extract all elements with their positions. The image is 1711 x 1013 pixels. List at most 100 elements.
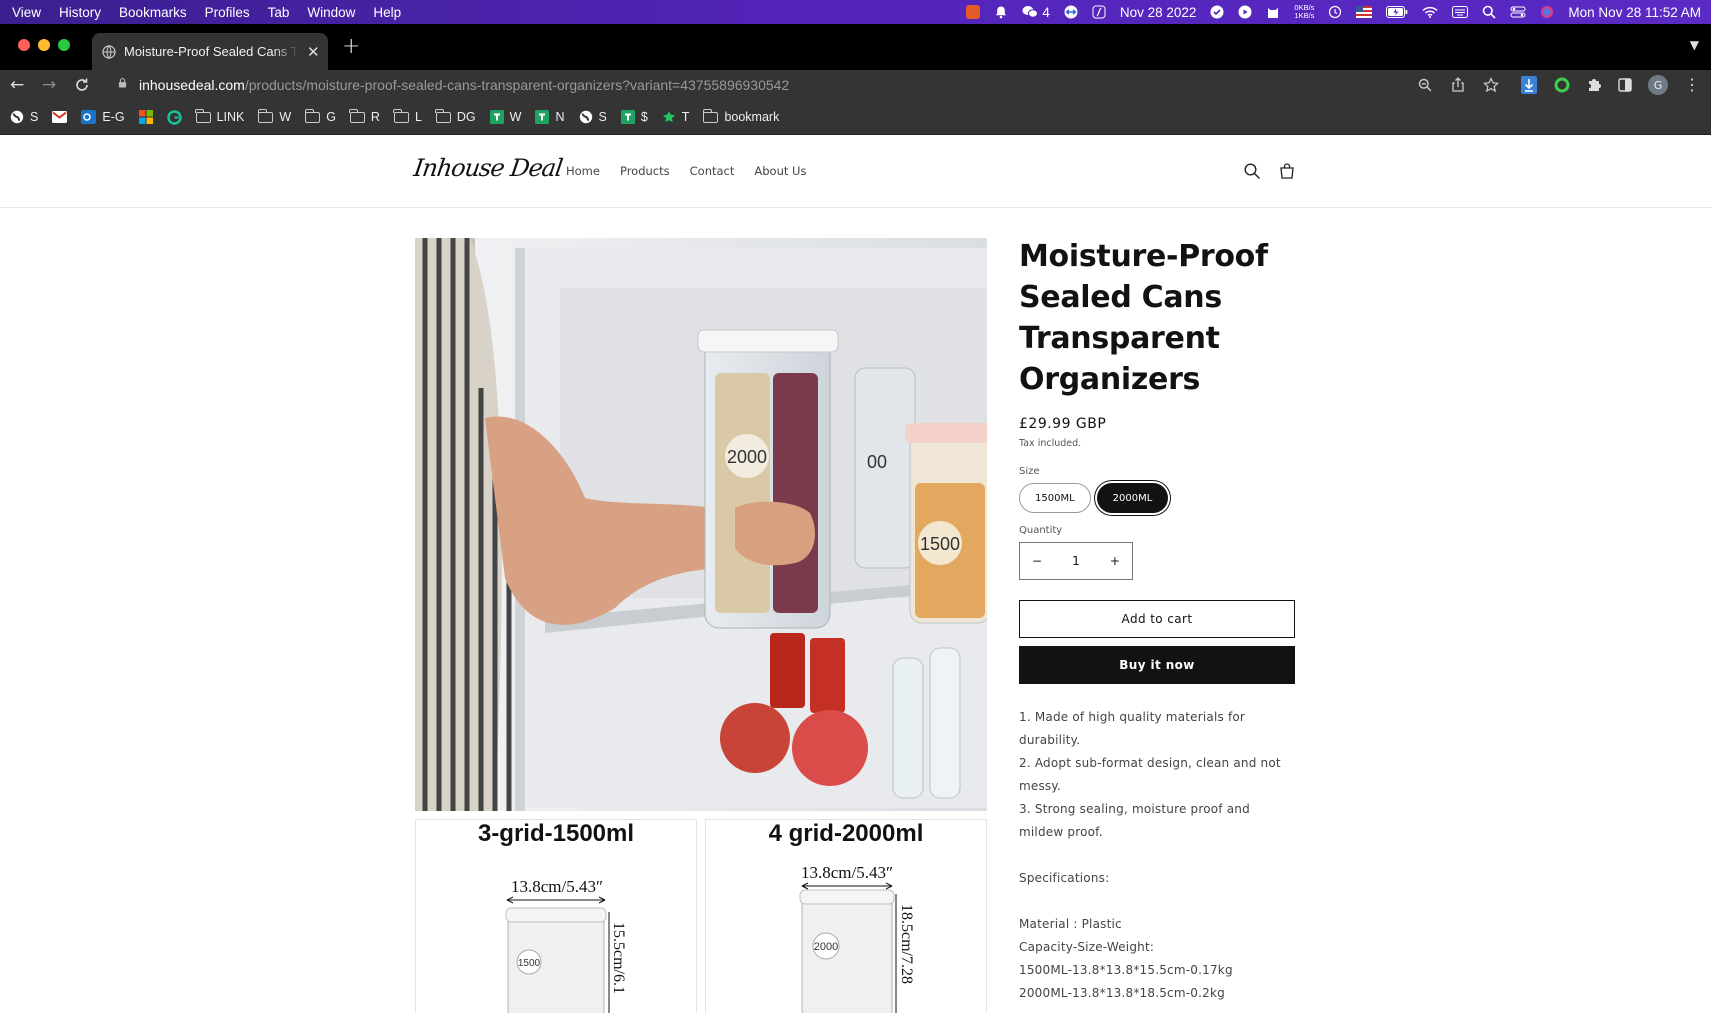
bookmark-item[interactable]: DG [435, 108, 476, 124]
profile-avatar[interactable]: G [1648, 75, 1668, 95]
forward-arrow-icon[interactable]: → [42, 75, 56, 95]
reload-icon[interactable] [74, 77, 90, 93]
bookmark-item[interactable]: W [489, 110, 522, 124]
add-to-cart-button[interactable]: Add to cart [1019, 600, 1295, 638]
menu-help[interactable]: Help [373, 5, 401, 20]
jar-diagram-1500: 13.8cm/5.43″ 1500 15.5cm/6.1 [505, 877, 627, 1013]
quantity-input[interactable]: 1 [1072, 554, 1080, 568]
bookmark-item[interactable] [166, 109, 182, 125]
menu-view[interactable]: View [12, 5, 41, 20]
bookmark-item[interactable]: $ [620, 110, 648, 124]
wifi-icon[interactable] [1422, 6, 1438, 18]
side-panel-icon[interactable] [1618, 78, 1632, 92]
bookmark-item[interactable]: LINK [195, 108, 244, 124]
menu-bookmarks[interactable]: Bookmarks [119, 5, 187, 20]
size-option-2000ml[interactable]: 2000ML [1096, 483, 1169, 513]
battery-charging-icon[interactable] [1386, 6, 1408, 18]
star-icon [662, 110, 676, 124]
menu-profiles[interactable]: Profiles [205, 5, 250, 20]
bookmark-item[interactable] [52, 111, 68, 123]
puzzle-extensions-icon[interactable] [1586, 77, 1602, 93]
search-icon[interactable] [1243, 162, 1261, 180]
product-thumbnail-1500ml[interactable]: 3-grid-1500ml 13.8cm/5.43″ 1500 15.5cm/6… [415, 819, 697, 1013]
menu-history[interactable]: History [59, 5, 101, 20]
close-window-button[interactable] [18, 39, 30, 51]
bell-icon[interactable] [994, 5, 1008, 19]
new-tab-button[interactable]: + [342, 34, 360, 59]
minimize-window-button[interactable] [38, 39, 50, 51]
browser-menu-icon[interactable]: ⋮ [1684, 75, 1700, 94]
spotlight-search-icon[interactable] [1482, 5, 1496, 19]
description-line: 1. Made of high quality materials for du… [1019, 710, 1246, 747]
store-logo[interactable]: Inhouse Deal [412, 154, 564, 182]
date-widget[interactable]: Nov 28 2022 [1120, 5, 1197, 20]
script-icon[interactable] [1092, 5, 1106, 19]
folder-icon [349, 108, 365, 123]
nav-contact[interactable]: Contact [690, 164, 735, 178]
main-jar-label: 2000 [727, 447, 767, 467]
lock-icon[interactable] [118, 78, 127, 88]
bookmarks-bar: S E-G LINK W G R L DG W N S $ Tbookmark [0, 100, 1711, 135]
decrease-quantity-button[interactable]: − [1032, 554, 1042, 568]
tab-search-chevron-icon[interactable]: ▼ [1690, 38, 1699, 52]
bookmark-item[interactable]: S [10, 110, 38, 124]
url-field[interactable]: inhousedeal.com/products/moisture-proof-… [139, 77, 789, 93]
wechat-status[interactable]: 4 [1022, 5, 1050, 20]
bookmark-item[interactable]: L [393, 108, 422, 124]
side-jar-label: 1500 [920, 534, 960, 554]
bookmark-item[interactable]: W [257, 108, 291, 124]
bookmark-item[interactable] [138, 110, 153, 124]
keyboard-icon[interactable] [1452, 6, 1469, 18]
size-options: 1500ML 2000ML [1019, 483, 1295, 513]
share-icon[interactable] [1451, 77, 1465, 93]
control-center-icon[interactable] [1510, 5, 1526, 19]
size-option-1500ml[interactable]: 1500ML [1019, 483, 1091, 513]
store-header: Inhouse Deal Home Products Contact About… [0, 136, 1711, 208]
bookmark-label: L [414, 110, 422, 124]
teamviewer-icon[interactable] [1064, 5, 1078, 19]
product-main-image[interactable]: 2000 00 1500 [415, 238, 987, 811]
cart-icon[interactable] [1278, 162, 1296, 180]
green-cross-icon [535, 110, 550, 124]
menu-tab[interactable]: Tab [268, 5, 290, 20]
download-extension-icon[interactable] [1521, 76, 1537, 94]
siri-icon[interactable] [1540, 5, 1554, 19]
bookmark-item[interactable]: G [304, 108, 336, 124]
cat-icon[interactable] [1266, 5, 1280, 19]
close-tab-icon[interactable]: ✕ [307, 43, 320, 61]
play-circle-icon[interactable] [1238, 5, 1252, 19]
browser-toolbar: ← → inhousedeal.com/products/moisture-pr… [0, 70, 1711, 100]
bookmark-item[interactable]: S [579, 110, 607, 124]
buy-it-now-button[interactable]: Buy it now [1019, 646, 1295, 684]
zoom-icon[interactable] [1418, 78, 1432, 92]
nav-products[interactable]: Products [620, 164, 670, 178]
menu-window[interactable]: Window [307, 5, 355, 20]
checkmark-icon[interactable] [1210, 5, 1224, 19]
product-title: Moisture-Proof Sealed Cans Transparent O… [1019, 239, 1268, 397]
nav-about-us[interactable]: About Us [754, 164, 806, 178]
globe-icon [102, 44, 116, 59]
grammarly-icon [166, 109, 182, 125]
bookmark-star-icon[interactable] [1483, 77, 1499, 93]
increase-quantity-button[interactable]: + [1110, 554, 1120, 568]
app-status-icon[interactable] [966, 5, 981, 19]
thumb1-height-label: 15.5cm/6.1 [610, 922, 627, 994]
active-tab[interactable]: Moisture-Proof Sealed Cans Transparent O… [92, 33, 328, 70]
bookmark-item[interactable]: R [349, 108, 380, 124]
bookmark-item[interactable]: N [535, 110, 565, 124]
bookmark-label: W [509, 110, 522, 124]
bookmark-item[interactable]: bookmark [702, 108, 779, 124]
green-circle-extension-icon[interactable] [1554, 77, 1570, 93]
bookmark-item[interactable]: T [662, 110, 689, 124]
time-machine-icon[interactable] [1328, 5, 1342, 19]
gmail-icon [52, 111, 68, 123]
nav-home[interactable]: Home [566, 164, 600, 178]
bookmark-item[interactable]: E-G [81, 110, 125, 124]
product-thumbnail-2000ml[interactable]: 4 grid-2000ml 13.8cm/5.43″ 2000 18.5cm/7… [705, 819, 987, 1013]
back-arrow-icon[interactable]: ← [10, 75, 24, 95]
green-cross-icon [620, 110, 635, 124]
bookmark-label: G [326, 110, 336, 124]
us-flag-icon[interactable] [1356, 6, 1373, 18]
zoom-window-button[interactable] [58, 39, 70, 51]
clock[interactable]: Mon Nov 28 11:52 AM [1568, 5, 1701, 20]
